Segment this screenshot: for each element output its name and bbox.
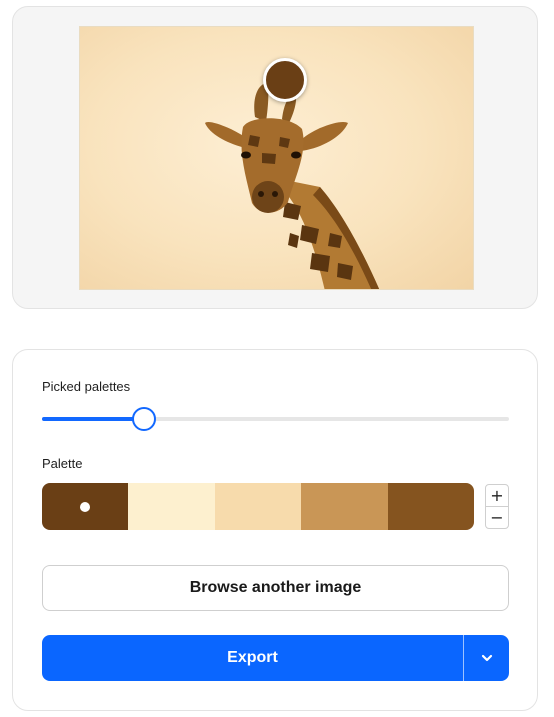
picked-palettes-slider[interactable] bbox=[42, 407, 509, 431]
increase-button[interactable]: + bbox=[486, 485, 508, 506]
export-button[interactable]: Export bbox=[42, 635, 463, 681]
palette-swatch[interactable] bbox=[214, 483, 302, 530]
decrease-button[interactable]: − bbox=[486, 506, 508, 528]
palette-size-stepper: + − bbox=[485, 484, 509, 529]
selected-indicator bbox=[80, 501, 91, 512]
browse-another-image-button[interactable]: Browse another image bbox=[42, 565, 509, 611]
palette-swatch[interactable] bbox=[387, 483, 474, 530]
chevron-down-icon bbox=[481, 654, 492, 662]
slider-thumb[interactable] bbox=[131, 407, 156, 431]
palette-swatch[interactable] bbox=[42, 483, 129, 530]
picked-palettes-label: Picked palettes bbox=[42, 379, 131, 394]
export-dropdown-button[interactable] bbox=[464, 635, 509, 681]
color-picker-marker[interactable] bbox=[263, 58, 307, 102]
palette-controls-card: Picked palettes Palette + − Browse anoth… bbox=[12, 349, 538, 711]
export-split-button: Export bbox=[42, 635, 509, 681]
palette-label: Palette bbox=[42, 456, 83, 471]
palette-swatch[interactable] bbox=[301, 483, 388, 530]
image-preview-card bbox=[12, 6, 538, 309]
giraffe-photo[interactable] bbox=[79, 26, 474, 290]
palette-swatch[interactable] bbox=[128, 483, 215, 530]
palette-bar bbox=[42, 483, 474, 530]
slider-fill bbox=[42, 417, 144, 421]
